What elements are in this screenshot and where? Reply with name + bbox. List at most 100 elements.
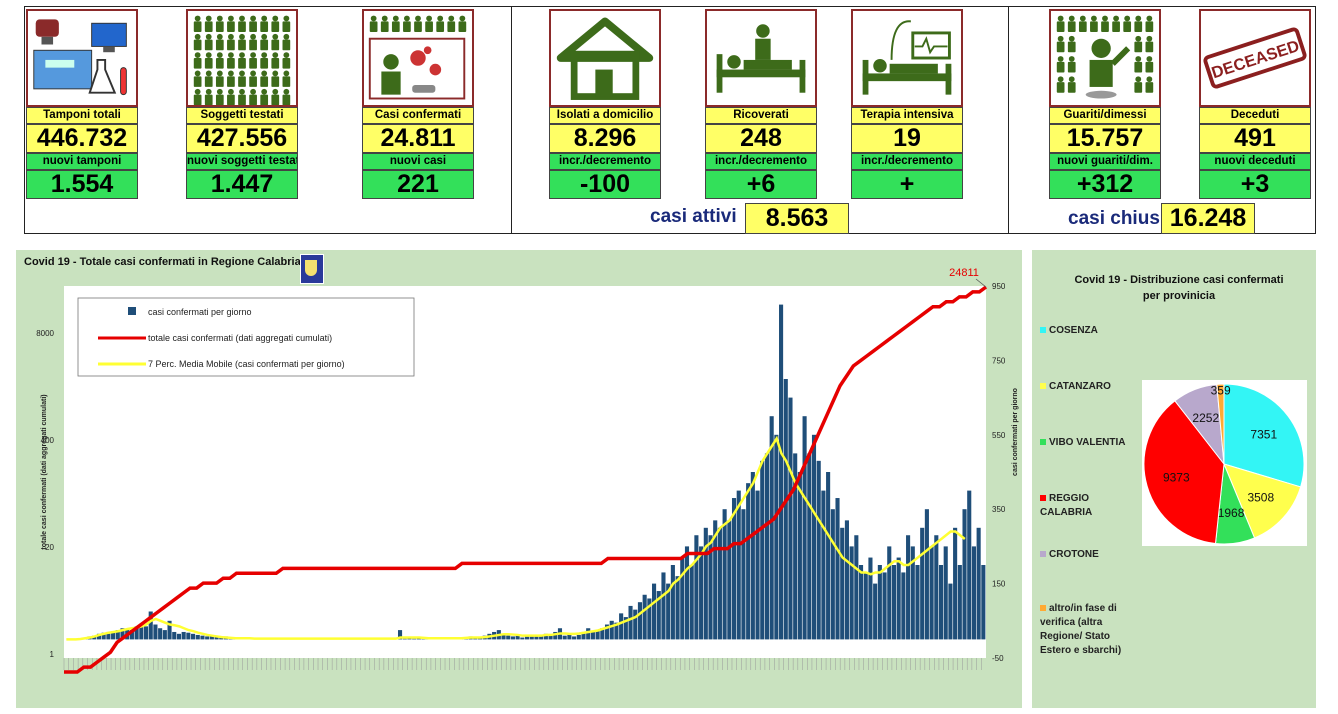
daily-bar <box>652 583 657 640</box>
daily-bar <box>858 565 864 640</box>
daily-bar <box>548 635 553 640</box>
hospital-bed-icon <box>705 9 817 107</box>
legend-label: 7 Perc. Media Mobile (casi confermati pe… <box>148 359 345 369</box>
daily-bar <box>967 490 972 640</box>
card-label: Isolati a domicilio <box>549 107 661 124</box>
daily-bar <box>882 572 887 640</box>
daily-bar <box>675 576 680 640</box>
daily-bar <box>887 546 892 640</box>
daily-bar <box>205 636 210 640</box>
daily-bar <box>779 304 784 640</box>
daily-bar <box>727 520 732 640</box>
daily-bar <box>562 635 567 640</box>
card-value: 24.811 <box>362 124 474 153</box>
last-value-leader <box>975 278 987 288</box>
daily-bar <box>868 557 873 640</box>
daily-bar <box>901 572 906 640</box>
daily-bar <box>717 527 722 640</box>
card-label: Tamponi totali <box>26 107 138 124</box>
card-subvalue: +6 <box>705 170 817 199</box>
daily-bar <box>863 572 868 640</box>
y-right-tick: 350 <box>992 505 1006 514</box>
daily-bar <box>953 527 958 640</box>
daily-bar <box>576 634 581 640</box>
daily-bar <box>849 546 854 640</box>
people-grid-icon <box>186 9 298 107</box>
card-sublabel: incr./decremento <box>549 153 661 170</box>
province-chart-panel: Covid 19 - Distribuzione casi confermati… <box>1032 250 1316 708</box>
daily-bar <box>896 557 901 640</box>
card-label: Casi confermati <box>362 107 474 124</box>
card-subvalue: +3 <box>1199 170 1311 199</box>
daily-bar <box>628 605 633 640</box>
daily-bar <box>609 620 614 640</box>
daily-bar <box>764 453 770 640</box>
y-right-tick: -50 <box>992 654 1004 663</box>
daily-bar <box>797 472 802 640</box>
daily-bar <box>962 509 967 640</box>
daily-bar <box>661 572 666 640</box>
card-value: 15.757 <box>1049 124 1161 153</box>
daily-bar <box>821 490 826 640</box>
card-sublabel: nuovi casi <box>362 153 474 170</box>
daily-bar <box>929 546 934 640</box>
card-label: Deceduti <box>1199 107 1311 124</box>
daily-bar <box>811 434 817 640</box>
daily-bar <box>934 535 939 640</box>
card-sublabel: nuovi tamponi <box>26 153 138 170</box>
daily-bar <box>948 583 953 640</box>
daily-bar <box>755 490 760 640</box>
daily-bar <box>619 613 624 640</box>
card-sublabel: nuovi deceduti <box>1199 153 1311 170</box>
card-soggetti: Soggetti testati 427.556 nuovi soggetti … <box>186 9 298 199</box>
card-value: 248 <box>705 124 817 153</box>
daily-bar <box>920 527 925 640</box>
casi-attivi-value: 8.563 <box>745 203 849 234</box>
daily-bar <box>877 565 882 640</box>
daily-bar <box>699 546 704 640</box>
daily-bar <box>943 546 948 640</box>
daily-bar <box>191 633 196 640</box>
daily-bar <box>186 632 191 640</box>
card-value: 446.732 <box>26 124 138 153</box>
daily-bar <box>590 631 595 640</box>
daily-bar <box>637 602 643 640</box>
daily-bar <box>731 498 737 640</box>
daily-bar <box>844 520 849 640</box>
pie-data-label: 2252 <box>1192 411 1219 425</box>
card-terapia: Terapia intensiva 19 incr./decremento + <box>851 9 963 199</box>
daily-bar <box>802 416 807 640</box>
daily-bar <box>854 535 859 640</box>
intensive-care-icon <box>851 9 963 107</box>
last-value-label: 24811 <box>949 267 979 279</box>
y-right-tick: 750 <box>992 356 1006 365</box>
pie-data-label: 1968 <box>1218 506 1245 520</box>
y-right-tick: 550 <box>992 431 1006 440</box>
card-value: 427.556 <box>186 124 298 153</box>
daily-bar <box>826 472 831 640</box>
daily-bar <box>938 565 944 640</box>
daily-bar <box>741 509 746 640</box>
house-icon <box>549 9 661 107</box>
daily-bar <box>642 594 647 640</box>
y-left-tick: 8000 <box>36 329 54 338</box>
cumulative-chart-panel: Covid 19 - Totale casi confermati in Reg… <box>16 250 1022 708</box>
card-tamponi: Tamponi totali 446.732 nuovi tamponi 1.5… <box>26 9 138 199</box>
daily-bar <box>760 460 765 640</box>
daily-bar <box>971 546 976 640</box>
legend-label: totale casi confermati (dati aggregati c… <box>148 333 332 343</box>
legend-label: casi confermati per giorno <box>148 307 252 317</box>
chart-legend: casi confermati per giorno totale casi co… <box>77 297 415 377</box>
card-value: 19 <box>851 124 963 153</box>
card-sublabel: incr./decremento <box>851 153 963 170</box>
card-subvalue: +312 <box>1049 170 1161 199</box>
daily-bar <box>981 565 986 640</box>
daily-bar <box>750 472 755 640</box>
card-label: Terapia intensiva <box>851 107 963 124</box>
daily-bar <box>689 565 694 640</box>
daily-bar <box>891 565 897 640</box>
card-sublabel: nuovi soggetti testati <box>186 153 298 170</box>
card-label: Guariti/dimessi <box>1049 107 1161 124</box>
card-isolati: Isolati a domicilio 8.296 incr./decremen… <box>549 9 661 199</box>
laboratory-icon <box>26 9 138 107</box>
